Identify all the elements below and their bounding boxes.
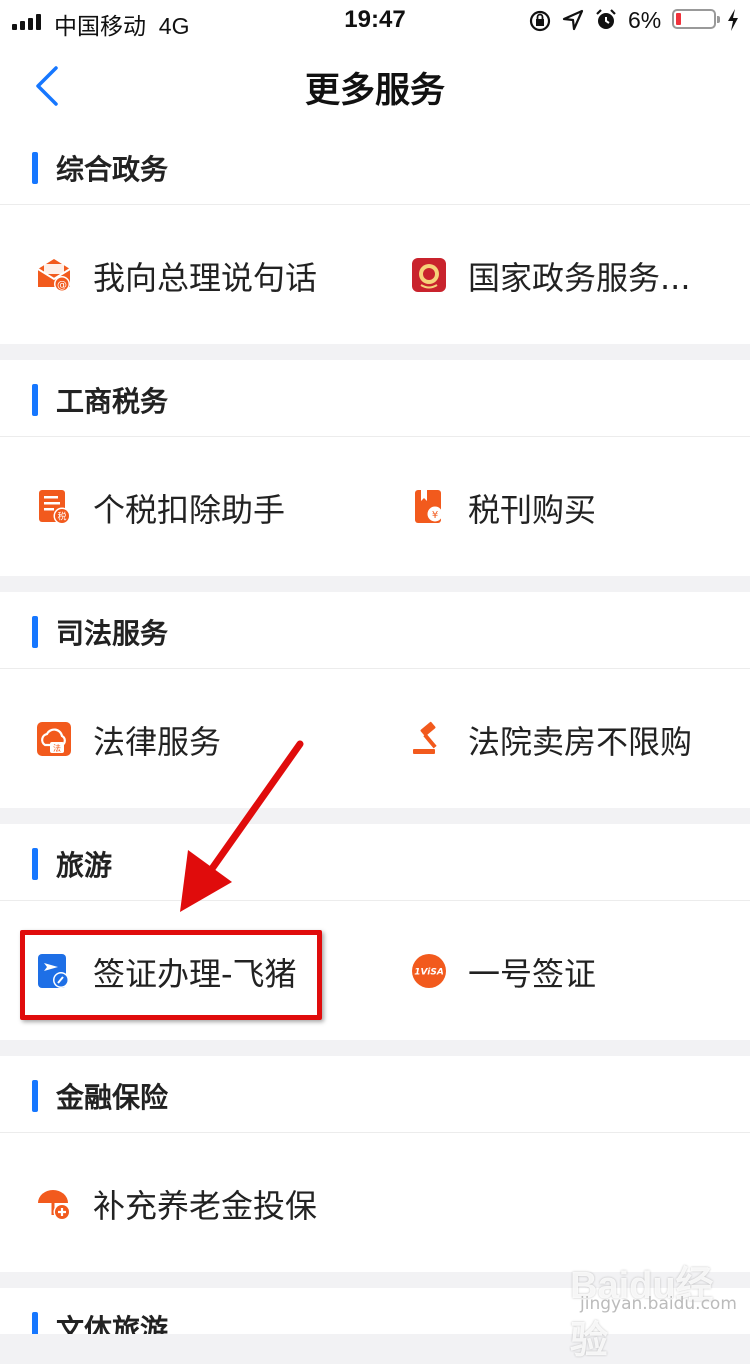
section-accent-bar: [32, 1080, 38, 1112]
service-label: 个税扣除助手: [93, 491, 286, 529]
section-accent-bar: [32, 152, 38, 184]
section-accent-bar: [32, 1312, 38, 1334]
service-label: 国家政务服务...: [468, 259, 691, 297]
pointer-arrow: [180, 740, 304, 912]
service-item-premier-message[interactable]: @ 我向总理说句话: [0, 205, 340, 345]
section-header: 金融保险: [0, 1056, 750, 1133]
section-header: 工商税务: [0, 360, 750, 437]
service-item-one-visa[interactable]: 1ViSA 一号签证: [375, 901, 715, 1041]
alarm-clock-icon: [596, 9, 616, 29]
service-item-national-gov[interactable]: 国家政务服务...: [375, 205, 715, 345]
section-header: 综合政务: [0, 128, 750, 205]
charging-bolt-icon: [728, 9, 738, 31]
national-emblem-icon: [412, 258, 446, 292]
section-title: 综合政务: [56, 153, 169, 186]
location-icon: [562, 9, 584, 31]
svg-text:@: @: [57, 280, 67, 291]
nav-bar: 更多服务: [0, 40, 750, 128]
gavel-icon: [413, 721, 437, 754]
svg-text:法: 法: [53, 743, 61, 753]
service-item-tax-magazine[interactable]: ¥ 税刊购买: [375, 437, 715, 577]
watermark: Baidu经验 jingyan.baidu.com: [570, 1254, 750, 1364]
orientation-lock-icon: [529, 10, 551, 32]
section-accent-bar: [32, 384, 38, 416]
section-title: 金融保险: [56, 1081, 169, 1114]
battery-percent: 6%: [628, 7, 662, 33]
page-title: 更多服务: [304, 71, 445, 111]
section-header: 旅游: [0, 824, 750, 901]
section-business-tax: 工商税务 税 个税扣除助手 ¥ 税刊购买: [0, 360, 750, 576]
highlight-box: [20, 930, 322, 1020]
section-accent-bar: [32, 848, 38, 880]
section-title: 旅游: [56, 849, 113, 882]
svg-text:税: 税: [57, 511, 66, 523]
section-title: 文体旅游: [56, 1313, 169, 1334]
status-bar: 中国移动 4G 19:47 6%: [0, 0, 750, 40]
umbrella-plus-icon: [38, 1190, 71, 1221]
service-item-court-house-sale[interactable]: 法院卖房不限购: [375, 669, 715, 809]
svg-text:¥: ¥: [432, 510, 438, 521]
section-title: 司法服务: [56, 617, 169, 650]
section-general-affairs: 综合政务 @ 我向总理说句话 国家政务服务...: [0, 128, 750, 344]
tax-document-icon: 税: [39, 490, 71, 525]
section-finance-insurance: 金融保险 补充养老金投保: [0, 1056, 750, 1272]
service-label: 我向总理说句话: [93, 259, 318, 297]
service-label: 税刊购买: [468, 491, 597, 529]
service-label: 补充养老金投保: [93, 1187, 318, 1225]
service-label: 法院卖房不限购: [468, 723, 693, 761]
section-judicial: 司法服务 法 法律服务 法院卖房不限购: [0, 592, 750, 808]
svg-text:1ViSA: 1ViSA: [414, 968, 444, 978]
section-title: 工商税务: [56, 385, 169, 418]
visa-badge-icon: 1ViSA: [412, 954, 446, 988]
cloud-law-icon: 法: [37, 722, 71, 756]
envelope-at-icon: @: [37, 259, 71, 292]
section-accent-bar: [32, 616, 38, 648]
section-header: 司法服务: [0, 592, 750, 669]
service-item-pension-insurance[interactable]: 补充养老金投保: [0, 1133, 340, 1273]
service-item-tax-deduction[interactable]: 税 个税扣除助手: [0, 437, 340, 577]
watermark-url: jingyan.baidu.com: [580, 1294, 737, 1314]
book-yuan-icon: ¥: [415, 490, 443, 523]
battery-icon: [672, 9, 720, 29]
service-label: 一号签证: [468, 955, 597, 993]
